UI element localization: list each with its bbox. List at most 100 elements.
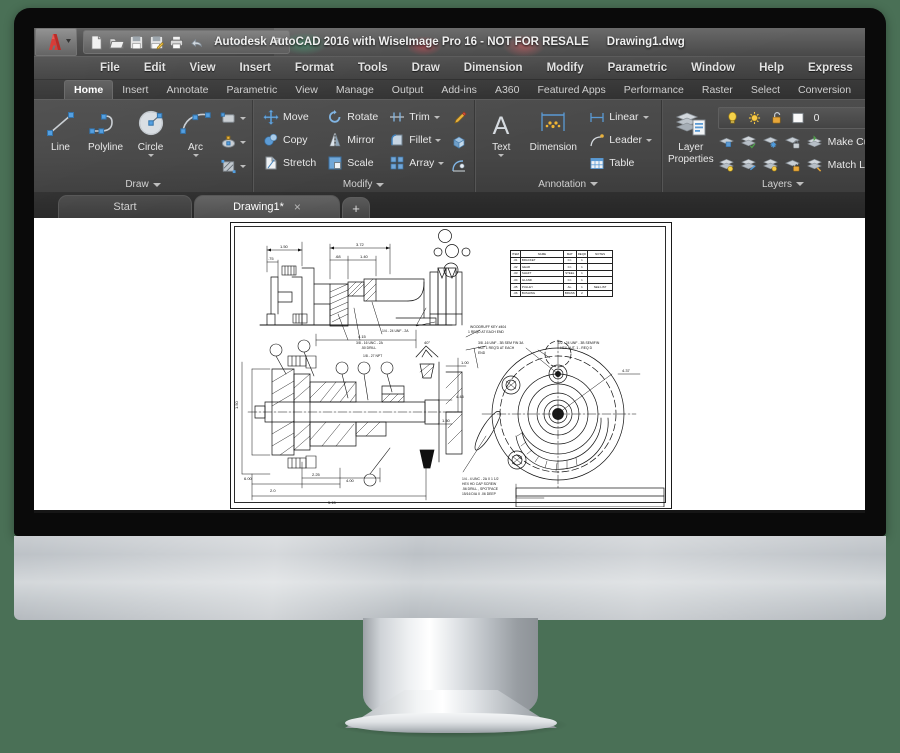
modify-erase-row[interactable] (451, 107, 468, 129)
sun-icon[interactable] (746, 110, 763, 127)
menu-item-tools[interactable]: Tools (346, 57, 400, 79)
menu-item-express[interactable]: Express (796, 57, 865, 79)
menu-item-edit[interactable]: Edit (132, 57, 178, 79)
annotation-panel-title[interactable]: Annotation (481, 176, 655, 192)
rectangle-icon[interactable] (220, 110, 237, 127)
modify-trim-button[interactable]: Trim (385, 106, 447, 128)
linear-dropdown-icon[interactable] (642, 115, 649, 119)
ribbon-tab-performance[interactable]: Performance (615, 81, 693, 99)
close-icon[interactable]: × (294, 200, 301, 214)
menu-item-dimension[interactable]: Dimension (452, 57, 535, 79)
draw-rectangle-row[interactable] (220, 107, 246, 129)
modify-scale-button[interactable]: Scale (323, 152, 381, 174)
annotation-leader-button[interactable]: Leader (585, 129, 655, 151)
annotation-panel-expander-icon[interactable] (590, 182, 599, 186)
menu-item-help[interactable]: Help (747, 57, 796, 79)
modify-move-button[interactable]: Move (259, 106, 319, 128)
layers-panel-title[interactable]: Layers (668, 176, 865, 192)
annotation-text-button[interactable]: A Text (481, 103, 521, 157)
menu-item-window[interactable]: Window (679, 57, 747, 79)
layer-make-current-icon[interactable] (806, 133, 823, 150)
menu-item-insert[interactable]: Insert (228, 57, 283, 79)
ribbon-tab-home[interactable]: Home (64, 80, 114, 99)
fillet-dropdown-icon[interactable] (435, 138, 442, 142)
draw-arc-button[interactable]: Arc (175, 103, 216, 157)
layer-on-icon[interactable] (718, 156, 735, 173)
hatch-icon[interactable] (220, 158, 237, 175)
menu-item-draw[interactable]: Draw (400, 57, 452, 79)
layer-match-icon[interactable] (806, 156, 823, 173)
draw-line-button[interactable]: Line (40, 103, 81, 153)
document-tab-bar[interactable]: Start Drawing1* × + (34, 192, 865, 218)
ribbon-tab-bar[interactable]: Home Insert Annotate Parametric View Man… (34, 80, 865, 99)
modify-copy-button[interactable]: Copy (259, 129, 319, 151)
unlock-icon[interactable] (768, 110, 785, 127)
text-dropdown-icon[interactable] (498, 154, 505, 157)
layer-thaw-icon[interactable] (762, 156, 779, 173)
draw-polyline-button[interactable]: Polyline (85, 103, 126, 153)
modify-explode-row[interactable] (451, 131, 468, 153)
modify-panel-title[interactable]: Modify (259, 177, 468, 192)
ribbon-tab-featured-apps[interactable]: Featured Apps (528, 81, 614, 99)
menu-item-modify[interactable]: Modify (535, 57, 596, 79)
layer-properties-button[interactable]: Layer Properties (668, 103, 714, 165)
modify-array-button[interactable]: Array (385, 152, 447, 174)
hatch-dropdown-icon[interactable] (240, 164, 246, 168)
ribbon-tab-annotate[interactable]: Annotate (157, 81, 217, 99)
modify-panel-expander-icon[interactable] (376, 182, 385, 187)
ribbon-tab-select[interactable]: Select (742, 81, 789, 99)
modify-offset-row[interactable] (451, 155, 468, 177)
layer-freeze-icon[interactable] (762, 133, 779, 150)
modify-mirror-button[interactable]: Mirror (323, 129, 381, 151)
ribbon-tab-raster[interactable]: Raster (693, 81, 742, 99)
ribbon-tab-a360[interactable]: A360 (486, 81, 529, 99)
drawing-canvas[interactable]: 1.50 .75 3.72 .68 1.40 4.15 1.00 4.45 1.… (34, 218, 865, 513)
ribbon-tab-view[interactable]: View (286, 81, 327, 99)
draw-panel-title[interactable]: Draw (40, 177, 246, 192)
menu-item-view[interactable]: View (178, 57, 228, 79)
layer-off-icon[interactable] (718, 133, 735, 150)
arc-dropdown-icon[interactable] (192, 154, 199, 157)
layer-isolate-icon[interactable] (740, 133, 757, 150)
ribbon-tab-insert[interactable]: Insert (113, 81, 157, 99)
modify-fillet-button[interactable]: Fillet (385, 129, 447, 151)
ribbon-tab-output[interactable]: Output (383, 81, 433, 99)
trim-dropdown-icon[interactable] (433, 115, 440, 119)
erase-brush-icon[interactable] (451, 110, 468, 127)
modify-stretch-button[interactable]: Stretch (259, 152, 319, 174)
menu-item-file[interactable]: File (88, 57, 132, 79)
annotation-table-button[interactable]: Table (585, 152, 655, 174)
annotation-linear-button[interactable]: Linear (585, 106, 655, 128)
draw-hatch-row[interactable] (220, 155, 246, 177)
lightbulb-icon[interactable] (724, 110, 741, 127)
layer-unisolate-icon[interactable] (740, 156, 757, 173)
modify-rotate-button[interactable]: Rotate (323, 106, 381, 128)
annotation-dimension-button[interactable]: Dimension (525, 103, 581, 153)
color-swatch-icon[interactable] (790, 110, 807, 127)
ribbon-tab-addins[interactable]: Add-ins (432, 81, 486, 99)
offset-icon[interactable] (451, 158, 468, 175)
ribbon-tab-parametric[interactable]: Parametric (218, 81, 287, 99)
document-tab-start[interactable]: Start (58, 195, 192, 218)
ribbon-tab-conversion[interactable]: Conversion (789, 81, 860, 99)
rectangle-dropdown-icon[interactable] (240, 116, 246, 120)
menu-item-format[interactable]: Format (283, 57, 346, 79)
circle-dropdown-icon[interactable] (147, 154, 154, 157)
draw-panel-expander-icon[interactable] (152, 182, 161, 187)
ribbon-tab-manage[interactable]: Manage (327, 81, 383, 99)
document-tab-drawing1[interactable]: Drawing1* × (194, 195, 340, 218)
draw-circle-button[interactable]: Circle (130, 103, 171, 157)
layer-lock-icon[interactable] (784, 133, 801, 150)
new-tab-button[interactable]: + (342, 197, 370, 218)
leader-dropdown-icon[interactable] (646, 138, 652, 142)
ellipse-icon[interactable] (220, 134, 237, 151)
ellipse-dropdown-icon[interactable] (240, 140, 246, 144)
menu-item-parametric[interactable]: Parametric (596, 57, 679, 79)
layer-unlock-icon[interactable] (784, 156, 801, 173)
draw-ellipse-row[interactable] (220, 131, 246, 153)
menu-bar[interactable]: File Edit View Insert Format Tools Draw … (34, 56, 865, 80)
layer-control-dropdown[interactable]: 0 (717, 107, 865, 129)
explode-icon[interactable] (451, 134, 468, 151)
layers-panel-expander-icon[interactable] (796, 182, 804, 186)
array-dropdown-icon[interactable] (438, 161, 445, 165)
